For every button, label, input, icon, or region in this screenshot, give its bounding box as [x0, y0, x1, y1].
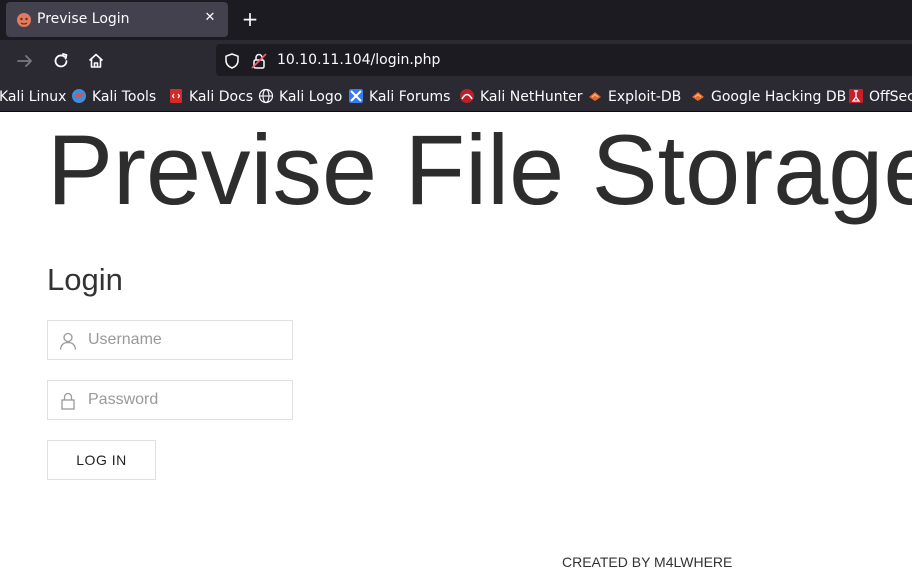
bookmark-label: Kali Linux	[0, 89, 67, 105]
login-button[interactable]: LOG IN	[47, 440, 156, 480]
url-text[interactable]: 10.10.11.104/login.php	[277, 52, 440, 68]
username-input[interactable]	[88, 321, 288, 359]
reload-icon[interactable]	[51, 51, 71, 71]
previse-favicon-icon	[16, 12, 32, 28]
bookmarks-bar: Kali Linux Kali Tools Kali Docs Kali Log…	[0, 82, 912, 112]
bookmark-exploit-db[interactable]: Exploit-DB	[587, 88, 681, 108]
insecure-lock-icon[interactable]	[250, 52, 268, 70]
navigation-bar: 10.10.11.104/login.php	[0, 40, 912, 82]
bookmark-kali-nethunter[interactable]: Kali NetHunter	[459, 88, 582, 108]
offsec-icon	[848, 88, 864, 104]
bookmark-kali-forums[interactable]: Kali Forums	[348, 88, 450, 108]
lock-icon	[58, 391, 78, 411]
footer-credit: CREATED BY M4LWHERE	[562, 554, 733, 570]
site-title: Previse File Storage	[47, 114, 912, 225]
tab-bar: Previse Login ✕ +	[0, 0, 912, 40]
kali-docs-icon	[168, 88, 184, 104]
bookmark-label: Kali NetHunter	[480, 89, 583, 105]
bookmark-kali-tools[interactable]: Kali Tools	[71, 88, 156, 108]
password-field	[47, 380, 293, 420]
forward-icon[interactable]	[15, 51, 35, 71]
exploit-db-icon	[690, 88, 706, 104]
bookmark-label: Kali Logo	[279, 89, 343, 105]
bookmark-label: Exploit-DB	[608, 89, 682, 105]
bookmark-offsec[interactable]: OffSec	[848, 88, 912, 108]
tab-title: Previse Login	[37, 11, 130, 27]
home-icon[interactable]	[86, 51, 106, 71]
url-bar[interactable]: 10.10.11.104/login.php	[216, 44, 912, 76]
username-field	[47, 320, 293, 360]
bookmark-kali-docs[interactable]: Kali Docs	[168, 88, 253, 108]
bookmark-label: OffSec	[869, 89, 912, 105]
bookmark-google-hacking-db[interactable]: Google Hacking DB	[690, 88, 846, 108]
password-input[interactable]	[88, 381, 288, 419]
nethunter-icon	[459, 88, 475, 104]
bookmark-label: Kali Docs	[189, 89, 254, 105]
bookmark-label: Kali Tools	[92, 89, 157, 105]
browser-tab[interactable]: Previse Login ✕	[6, 2, 228, 37]
user-icon	[58, 331, 78, 351]
login-heading: Login	[47, 262, 123, 297]
bookmark-label: Kali Forums	[369, 89, 451, 105]
kali-tools-icon	[71, 88, 87, 104]
kali-forums-icon	[348, 88, 364, 104]
globe-icon	[258, 88, 274, 104]
exploit-db-icon	[587, 88, 603, 104]
bookmark-kali-linux[interactable]: Kali Linux	[0, 88, 66, 108]
bookmark-kali-logo[interactable]: Kali Logo	[258, 88, 342, 108]
shield-icon[interactable]	[223, 52, 241, 70]
close-tab-icon[interactable]: ✕	[200, 8, 220, 28]
new-tab-icon[interactable]: +	[240, 8, 260, 30]
bookmark-label: Google Hacking DB	[711, 89, 847, 105]
